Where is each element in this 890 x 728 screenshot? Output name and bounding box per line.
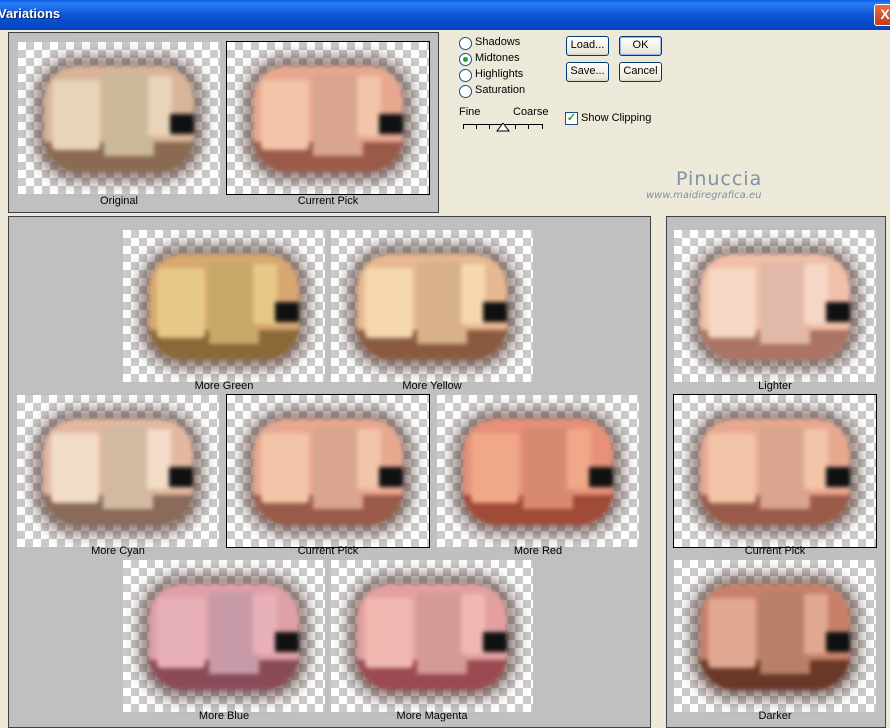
saturation-radio[interactable] [459,85,472,98]
slider-tick [489,124,490,129]
cancel-button[interactable]: Cancel [619,62,662,82]
preview-image [700,254,850,360]
darker-thumbnail[interactable] [674,560,876,712]
more-magenta-caption: More Magenta [396,710,468,722]
watermark-name: Pinuccia [676,168,763,190]
preview-image [463,419,613,525]
preview-image [253,66,403,172]
coarse-label: Coarse [513,106,549,118]
original-preview [18,42,220,194]
preview-image [357,584,507,690]
current-pick-preview [226,41,430,195]
brightness-current-pick-thumbnail[interactable] [673,394,877,548]
more-green-thumbnail[interactable] [123,230,325,382]
preview-image [700,584,850,690]
preview-image [149,584,299,690]
highlights-radio[interactable] [459,69,472,82]
slider-tick [528,124,529,129]
center-current-pick-thumbnail[interactable] [226,394,430,548]
save-button[interactable]: Save... [566,62,609,82]
shadows-radio[interactable] [459,37,472,50]
brightness-current-pick-caption: Current Pick [744,545,806,557]
close-button[interactable]: X [874,4,890,26]
load-button[interactable]: Load... [566,36,609,56]
more-red-caption: More Red [513,545,563,557]
preview-image [43,419,193,525]
original-caption: Original [100,195,138,207]
more-green-caption: More Green [194,380,254,392]
saturation-label: Saturation [475,84,526,96]
ok-button[interactable]: OK [619,36,662,56]
lighter-caption: Lighter [758,380,792,392]
show-clipping-label: Show Clipping [581,112,652,124]
watermark-url: www.maidiregrafica.eu [646,190,762,201]
show-clipping-checkbox[interactable]: ✓ [565,112,578,125]
lighter-thumbnail[interactable] [674,230,876,382]
slider-tick [463,124,464,129]
more-blue-caption: More Blue [198,710,250,722]
slider-tick [542,124,543,129]
more-red-thumbnail[interactable] [437,395,639,547]
fine-coarse-slider[interactable] [459,118,547,134]
preview-image [700,419,850,525]
window-title: Variations [0,6,61,21]
slider-thumb-icon[interactable] [496,123,510,132]
more-blue-thumbnail[interactable] [123,560,325,712]
more-magenta-thumbnail[interactable] [331,560,533,712]
midtones-radio[interactable] [459,53,472,66]
darker-caption: Darker [758,710,792,722]
midtones-label: Midtones [475,52,520,64]
slider-tick [515,124,516,129]
more-yellow-thumbnail[interactable] [331,230,533,382]
shadows-label: Shadows [475,36,521,48]
preview-image [253,419,403,525]
fine-label: Fine [459,106,481,118]
slider-tick [476,124,477,129]
preview-image [357,254,507,360]
highlights-label: Highlights [475,68,524,80]
title-bar: Variations X [0,0,890,30]
preview-image [149,254,299,360]
more-cyan-caption: More Cyan [91,545,145,557]
center-current-pick-caption: Current Pick [297,545,359,557]
close-icon: X [880,6,890,22]
preview-image [44,66,194,172]
more-cyan-thumbnail[interactable] [17,395,219,547]
more-yellow-caption: More Yellow [402,380,462,392]
current-pick-caption: Current Pick [297,195,359,207]
